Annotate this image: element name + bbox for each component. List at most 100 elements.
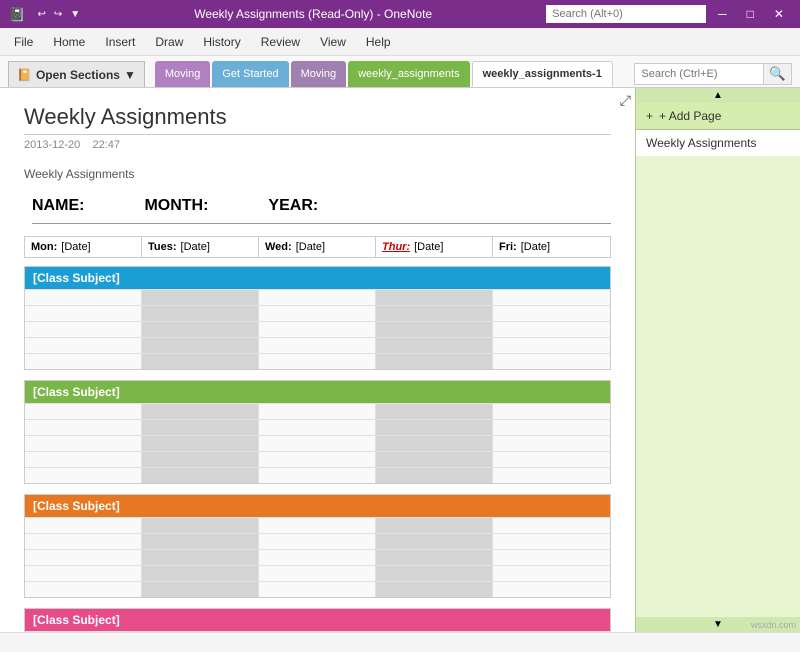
cell[interactable] <box>259 404 376 419</box>
menu-file[interactable]: File <box>4 31 43 53</box>
cell[interactable] <box>493 322 610 337</box>
cell[interactable] <box>259 322 376 337</box>
cell[interactable] <box>25 354 142 369</box>
close-button[interactable]: ✕ <box>766 5 792 23</box>
cell[interactable] <box>376 518 493 533</box>
cell[interactable] <box>376 534 493 549</box>
cell[interactable] <box>259 566 376 581</box>
cell[interactable] <box>259 468 376 483</box>
expand-button[interactable]: ⤢ <box>620 92 631 109</box>
cell[interactable] <box>142 566 259 581</box>
cell[interactable] <box>493 354 610 369</box>
cell[interactable] <box>142 290 259 305</box>
cell[interactable] <box>259 534 376 549</box>
tab-get-started[interactable]: Get Started <box>212 61 288 87</box>
cell[interactable] <box>493 566 610 581</box>
cell[interactable] <box>493 582 610 597</box>
cell[interactable] <box>493 306 610 321</box>
cell[interactable] <box>493 338 610 353</box>
cell[interactable] <box>25 452 142 467</box>
cell[interactable] <box>142 420 259 435</box>
cell[interactable] <box>142 534 259 549</box>
cell[interactable] <box>259 452 376 467</box>
cell[interactable] <box>259 354 376 369</box>
cell[interactable] <box>142 468 259 483</box>
cell[interactable] <box>259 518 376 533</box>
cell[interactable] <box>493 534 610 549</box>
tab-weekly-assignments[interactable]: weekly_assignments <box>348 61 470 87</box>
cell[interactable] <box>25 582 142 597</box>
title-search-input[interactable] <box>546 5 706 23</box>
tabs-search-button[interactable]: 🔍 <box>764 63 792 85</box>
menu-draw[interactable]: Draw <box>145 31 193 53</box>
cell[interactable] <box>376 420 493 435</box>
cell[interactable] <box>376 582 493 597</box>
cell[interactable] <box>25 566 142 581</box>
cell[interactable] <box>25 338 142 353</box>
quick-access-dropdown[interactable]: ▼ <box>70 9 80 20</box>
cell[interactable] <box>493 452 610 467</box>
tab-moving-1[interactable]: Moving <box>155 61 210 87</box>
menu-home[interactable]: Home <box>43 31 95 53</box>
cell[interactable] <box>493 404 610 419</box>
tab-weekly-assignments-1[interactable]: weekly_assignments-1 <box>472 61 613 87</box>
cell[interactable] <box>259 436 376 451</box>
tab-moving-2[interactable]: Moving <box>291 61 346 87</box>
menu-help[interactable]: Help <box>356 31 401 53</box>
cell[interactable] <box>142 322 259 337</box>
cell[interactable] <box>259 306 376 321</box>
maximize-button[interactable]: □ <box>739 5 762 23</box>
cell[interactable] <box>376 290 493 305</box>
tabs-search-input[interactable] <box>634 63 764 85</box>
cell[interactable] <box>259 582 376 597</box>
cell[interactable] <box>259 290 376 305</box>
cell[interactable] <box>25 436 142 451</box>
cell[interactable] <box>376 550 493 565</box>
cell[interactable] <box>142 550 259 565</box>
cell[interactable] <box>493 518 610 533</box>
cell[interactable] <box>376 322 493 337</box>
menu-history[interactable]: History <box>193 31 250 53</box>
cell[interactable] <box>376 404 493 419</box>
cell[interactable] <box>376 452 493 467</box>
cell[interactable] <box>259 420 376 435</box>
cell[interactable] <box>142 404 259 419</box>
cell[interactable] <box>25 534 142 549</box>
cell[interactable] <box>25 420 142 435</box>
sidebar-scroll-up[interactable]: ▲ <box>636 88 800 103</box>
cell[interactable] <box>25 290 142 305</box>
cell[interactable] <box>259 550 376 565</box>
cell[interactable] <box>376 468 493 483</box>
cell[interactable] <box>142 518 259 533</box>
cell[interactable] <box>259 338 376 353</box>
cell[interactable] <box>493 290 610 305</box>
menu-review[interactable]: Review <box>251 31 310 53</box>
cell[interactable] <box>493 420 610 435</box>
minimize-button[interactable]: ─ <box>710 5 735 23</box>
cell[interactable] <box>142 354 259 369</box>
cell[interactable] <box>376 436 493 451</box>
add-page-button[interactable]: + + Add Page <box>636 103 800 130</box>
cell[interactable] <box>376 338 493 353</box>
cell[interactable] <box>25 404 142 419</box>
quick-access-undo[interactable]: ↩ <box>37 9 45 20</box>
cell[interactable] <box>493 550 610 565</box>
menu-view[interactable]: View <box>310 31 356 53</box>
cell[interactable] <box>376 354 493 369</box>
cell[interactable] <box>376 566 493 581</box>
cell[interactable] <box>142 338 259 353</box>
cell[interactable] <box>142 582 259 597</box>
quick-access-redo[interactable]: ↪ <box>54 9 62 20</box>
cell[interactable] <box>142 452 259 467</box>
cell[interactable] <box>142 306 259 321</box>
menu-insert[interactable]: Insert <box>95 31 145 53</box>
cell[interactable] <box>376 306 493 321</box>
open-sections-button[interactable]: 📔 Open Sections ▼ <box>8 61 145 87</box>
cell[interactable] <box>25 550 142 565</box>
cell[interactable] <box>25 322 142 337</box>
page-list-item[interactable]: Weekly Assignments <box>636 130 800 156</box>
cell[interactable] <box>142 436 259 451</box>
cell[interactable] <box>25 468 142 483</box>
cell[interactable] <box>493 468 610 483</box>
cell[interactable] <box>25 306 142 321</box>
